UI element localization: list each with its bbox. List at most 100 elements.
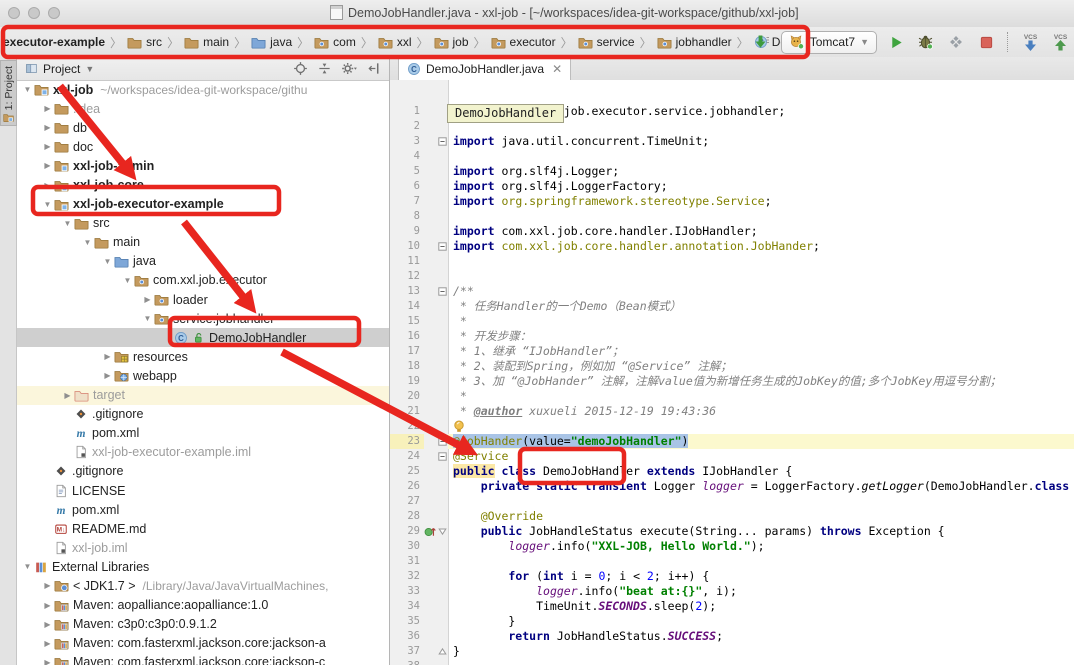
tree-item-.gitignore[interactable]: .gitignore [17, 405, 389, 424]
expanded-arrow-icon[interactable]: ▼ [141, 314, 154, 323]
tree-item-xxl-job-executor-example[interactable]: ▼xxl-job-executor-example [17, 195, 389, 214]
line-number[interactable]: 13 [390, 284, 424, 299]
code-line-22[interactable]: 22 [390, 419, 1074, 434]
code-line-29[interactable]: 29 public JobHandleStatus execute(String… [390, 524, 1074, 539]
zoom-window-button[interactable] [48, 7, 60, 19]
breadcrumb-item-job[interactable]: job [434, 35, 469, 50]
tree-item-readme.md[interactable]: M↓README.md [17, 519, 389, 538]
code-line-14[interactable]: 14 * 任务Handler的一个Demo（Bean模式） [390, 299, 1074, 314]
code-line-8[interactable]: 8 [390, 209, 1074, 224]
code-line-34[interactable]: 34 TimeUnit.SECONDS.sleep(2); [390, 599, 1074, 614]
stop-button[interactable] [975, 31, 997, 53]
code-line-37[interactable]: 37} [390, 644, 1074, 659]
breadcrumb-item-executor-example[interactable]: executor-example [3, 35, 105, 49]
line-number[interactable]: 38 [390, 659, 424, 665]
tree-item-maven-aopalliance-aopalliance-1.0[interactable]: ▶Maven: aopalliance:aopalliance:1.0 [17, 596, 389, 615]
sidebar-tab-project[interactable]: 1: Project [0, 60, 17, 126]
locate-icon[interactable] [293, 61, 308, 76]
project-panel-title[interactable]: Project [43, 62, 80, 76]
expanded-arrow-icon[interactable]: ▼ [61, 219, 74, 228]
code-line-19[interactable]: 19 * 3、加 “@JobHander” 注解，注解value值为新增任务生成… [390, 374, 1074, 389]
minimize-window-button[interactable] [28, 7, 40, 19]
code-line-23[interactable]: 23@JobHander(value="demoJobHandler") [390, 434, 1074, 449]
code-line-30[interactable]: 30 logger.info("XXL-JOB, Hello World."); [390, 539, 1074, 554]
line-number[interactable]: 36 [390, 629, 424, 644]
collapsed-arrow-icon[interactable]: ▶ [41, 142, 54, 151]
gear-icon[interactable] [341, 61, 357, 76]
collapsed-arrow-icon[interactable]: ▶ [141, 295, 154, 304]
expanded-arrow-icon[interactable]: ▼ [81, 238, 94, 247]
line-number[interactable]: 37 [390, 644, 424, 659]
code-line-9[interactable]: 9import com.xxl.job.core.handler.IJobHan… [390, 224, 1074, 239]
code-line-25[interactable]: 25public class DemoJobHandler extends IJ… [390, 464, 1074, 479]
fold-marker-icon[interactable] [436, 527, 448, 536]
collapsed-arrow-icon[interactable]: ▶ [41, 161, 54, 170]
breadcrumb-item-com[interactable]: com [314, 35, 356, 50]
expanded-arrow-icon[interactable]: ▼ [21, 562, 34, 571]
line-number[interactable]: 12 [390, 269, 424, 284]
code-line-21[interactable]: 21 * @author xuxueli 2015-12-19 19:43:36 [390, 404, 1074, 419]
tree-item-service.jobhandler[interactable]: ▼service.jobhandler [17, 309, 389, 328]
breadcrumb-item-executor[interactable]: executor [491, 35, 556, 50]
tree-item-com.xxl.job.executor[interactable]: ▼com.xxl.job.executor [17, 271, 389, 290]
breadcrumb-item-jobhandler[interactable]: jobhandler [657, 35, 732, 50]
collapsed-arrow-icon[interactable]: ▶ [41, 601, 54, 610]
tree-item-xxl-job[interactable]: ▼xxl-job~/workspaces/idea-git-workspace/… [17, 80, 389, 99]
tree-item-xxl-job.iml[interactable]: xxl-job.iml [17, 538, 389, 557]
line-number[interactable]: 9 [390, 224, 424, 239]
line-number[interactable]: 24 [390, 449, 424, 464]
line-number[interactable]: 8 [390, 209, 424, 224]
line-number[interactable]: 5 [390, 164, 424, 179]
tree-item-xxl-job-admin[interactable]: ▶xxl-job-admin [17, 156, 389, 175]
tab-demojobhandler[interactable]: C DemoJobHandler.java ✕ [398, 57, 571, 80]
collapsed-arrow-icon[interactable]: ▶ [41, 181, 54, 190]
tree-item-doc[interactable]: ▶doc [17, 137, 389, 156]
line-number[interactable]: 26 [390, 479, 424, 494]
line-number[interactable]: 28 [390, 509, 424, 524]
line-number[interactable]: 23 [390, 434, 424, 449]
line-number[interactable]: 34 [390, 599, 424, 614]
code-line-27[interactable]: 27 [390, 494, 1074, 509]
breadcrumb-item-java[interactable]: java [251, 35, 292, 50]
line-number[interactable]: 11 [390, 254, 424, 269]
collapsed-arrow-icon[interactable]: ▶ [61, 391, 74, 400]
code-line-4[interactable]: 4 [390, 149, 1074, 164]
code-line-12[interactable]: 12 [390, 269, 1074, 284]
tree-item-loader[interactable]: ▶loader [17, 290, 389, 309]
code-line-6[interactable]: 6import org.slf4j.LoggerFactory; [390, 179, 1074, 194]
collapsed-arrow-icon[interactable]: ▶ [41, 620, 54, 629]
line-number[interactable]: 6 [390, 179, 424, 194]
line-number[interactable]: 15 [390, 314, 424, 329]
code-line-3[interactable]: 3import java.util.concurrent.TimeUnit; [390, 134, 1074, 149]
code-line-11[interactable]: 11 [390, 254, 1074, 269]
line-number[interactable]: 2 [390, 119, 424, 134]
tree-item-demojobhandler[interactable]: CDemoJobHandler [17, 328, 389, 347]
code-line-15[interactable]: 15 * [390, 314, 1074, 329]
tree-item-target[interactable]: ▶target [17, 386, 389, 405]
code-line-26[interactable]: 26 private static transient Logger logge… [390, 479, 1074, 494]
run-button[interactable] [885, 31, 907, 53]
tree-item-db[interactable]: ▶db [17, 118, 389, 137]
line-number[interactable]: 1 [390, 104, 424, 119]
tree-item--jdk1.7-[interactable]: ▶< JDK1.7 >/Library/Java/JavaVirtualMach… [17, 576, 389, 595]
breadcrumb-item-main[interactable]: main [184, 35, 229, 50]
tree-item-pom.xml[interactable]: mpom.xml [17, 500, 389, 519]
tree-item-src[interactable]: ▼src [17, 214, 389, 233]
code-line-18[interactable]: 18 * 2、装配到Spring，例如加 “@Service” 注解； [390, 359, 1074, 374]
collapsed-arrow-icon[interactable]: ▶ [41, 104, 54, 113]
fold-marker-icon[interactable] [436, 287, 448, 296]
line-number[interactable]: 29 [390, 524, 424, 539]
fold-marker-icon[interactable] [436, 437, 448, 446]
fold-marker-icon[interactable] [436, 137, 448, 146]
line-number[interactable]: 20 [390, 389, 424, 404]
collapsed-arrow-icon[interactable]: ▶ [41, 639, 54, 648]
fold-marker-icon[interactable] [436, 242, 448, 251]
tree-item-maven-com.fasterxml.jackson.core-jackson-a[interactable]: ▶Maven: com.fasterxml.jackson.core:jacks… [17, 634, 389, 653]
collapsed-arrow-icon[interactable]: ▶ [41, 581, 54, 590]
tree-item-webapp[interactable]: ▶webapp [17, 366, 389, 385]
line-number[interactable]: 16 [390, 329, 424, 344]
line-number[interactable]: 3 [390, 134, 424, 149]
tree-item-xxl-job-executor-example.iml[interactable]: xxl-job-executor-example.iml [17, 443, 389, 462]
line-number[interactable]: 18 [390, 359, 424, 374]
expanded-arrow-icon[interactable]: ▼ [101, 257, 114, 266]
